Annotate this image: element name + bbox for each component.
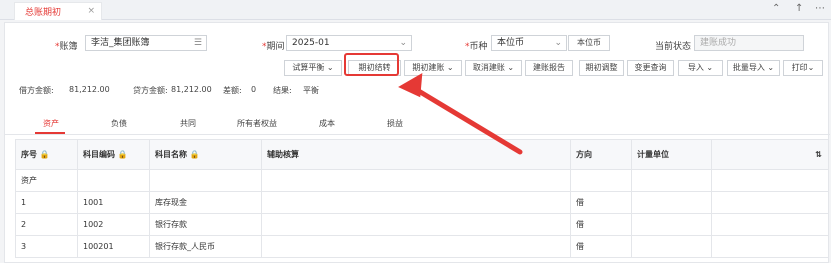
arrow-up-icon[interactable]: ↑: [795, 3, 803, 14]
tab-assets[interactable]: 资产: [43, 118, 59, 129]
lock-icon: 🔒: [189, 150, 200, 159]
list-icon: ☰: [193, 38, 202, 48]
print-button[interactable]: 打印⌄: [783, 60, 823, 76]
table-row[interactable]: 1 1001 库存现金 借: [15, 191, 829, 214]
diff-value: 0: [251, 85, 257, 94]
diff-label: 差额:: [223, 86, 242, 95]
cell-aux: [261, 213, 571, 236]
col-account-name[interactable]: 科目名称 🔒: [149, 139, 262, 170]
cell-aux: [261, 169, 571, 192]
cell-direction: 借: [570, 213, 632, 236]
main-panel: *账簿 李洁_集团账簿 ☰ *期间 2025-01 ⌄ *币种 本位币 ⌄ 本位币 当…: [4, 22, 830, 263]
cancel-build-button[interactable]: 取消建账 ⌄: [465, 60, 522, 76]
currency-label: *币种: [465, 42, 488, 52]
ledger-label: *账簿: [55, 42, 78, 52]
cell-name: 库存现金: [149, 191, 262, 214]
cell-aux: [261, 191, 571, 214]
account-type-tabs: 资产 负债 共同 所有者权益 成本 损益: [5, 115, 830, 135]
debit-label: 借方金额:: [19, 86, 54, 95]
cell-name: [149, 169, 262, 192]
result-label: 结果:: [273, 86, 292, 95]
col-seq[interactable]: 序号 🔒: [15, 139, 78, 170]
cell-unit: [631, 235, 712, 258]
table-row[interactable]: 2 1002 银行存款 借: [15, 213, 829, 236]
lock-icon: 🔒: [117, 150, 128, 159]
cell-direction: 借: [570, 235, 632, 258]
chevron-down-icon: ⌄: [399, 38, 407, 48]
period-label: *期间: [262, 42, 285, 52]
tab-ledger-opening[interactable]: 总账期初 ×: [14, 2, 102, 20]
col-account-code[interactable]: 科目编码 🔒: [77, 139, 150, 170]
currency-base-button[interactable]: 本位币: [568, 35, 610, 51]
more-icon[interactable]: ⋯: [815, 3, 825, 14]
period-build-button[interactable]: 期初建账 ⌄: [404, 60, 462, 76]
tab-bar: 总账期初 × ⌃ ↑ ⋯: [0, 0, 831, 20]
status-label: 当前状态: [655, 42, 692, 52]
chevron-up-icon[interactable]: ⌃: [772, 3, 780, 14]
cell-seq: 3: [15, 235, 78, 258]
cell-code: 1001: [77, 191, 150, 214]
batch-import-button[interactable]: 批量导入 ⌄: [727, 60, 780, 76]
col-auxiliary[interactable]: 辅助核算: [261, 139, 571, 170]
cell-unit: [631, 169, 712, 192]
cell-name: 银行存款: [149, 213, 262, 236]
col-direction[interactable]: 方向: [570, 139, 632, 170]
lock-icon: 🔒: [39, 150, 50, 159]
period-select[interactable]: 2025-01 ⌄: [286, 35, 412, 51]
active-tab-indicator: [35, 132, 65, 134]
cell-direction: 借: [570, 191, 632, 214]
chevron-down-icon: ⌄: [807, 63, 815, 72]
cell-unit: [631, 213, 712, 236]
col-settings[interactable]: ⇅: [711, 139, 829, 170]
cell-direction: [570, 169, 632, 192]
cell-extra: [711, 191, 829, 214]
result-value: 平衡: [303, 86, 319, 95]
opening-balance-table: 序号 🔒 科目编码 🔒 科目名称 🔒 辅助核算 方向 计量单位 ⇅ 资产 1 10…: [15, 139, 829, 258]
table-row[interactable]: 资产: [15, 169, 829, 192]
change-query-button[interactable]: 变更查询: [627, 60, 674, 76]
table-row[interactable]: 3 100201 银行存款_人民币 借: [15, 235, 829, 258]
credit-label: 贷方金额:: [133, 86, 168, 95]
cell-seq: 1: [15, 191, 78, 214]
chevron-down-icon: ⌄: [326, 63, 334, 72]
debit-value: 81,212.00: [69, 85, 110, 94]
chevron-down-icon: ⌄: [767, 63, 775, 72]
cell-seq: 资产: [15, 169, 78, 192]
cell-code: 1002: [77, 213, 150, 236]
cell-seq: 2: [15, 213, 78, 236]
tab-profit-loss[interactable]: 损益: [387, 118, 403, 129]
chevron-down-icon: ⌄: [554, 38, 562, 48]
tab-cost[interactable]: 成本: [319, 118, 335, 129]
chevron-down-icon: ⌄: [706, 63, 714, 72]
tab-liabilities[interactable]: 负债: [111, 118, 127, 129]
highlight-box: [344, 53, 399, 76]
column-settings-icon[interactable]: ⇅: [815, 150, 822, 159]
cell-extra: [711, 235, 829, 258]
credit-value: 81,212.00: [171, 85, 212, 94]
chevron-down-icon: ⌄: [446, 63, 454, 72]
cell-unit: [631, 191, 712, 214]
cell-extra: [711, 169, 829, 192]
build-report-button[interactable]: 建账报告: [525, 60, 573, 76]
table-header-row: 序号 🔒 科目编码 🔒 科目名称 🔒 辅助核算 方向 计量单位 ⇅: [15, 139, 829, 170]
tab-label: 总账期初: [25, 8, 62, 18]
trial-balance-button[interactable]: 试算平衡 ⌄: [284, 60, 342, 76]
cell-name: 银行存款_人民币: [149, 235, 262, 258]
tab-owners-equity[interactable]: 所有者权益: [237, 118, 277, 129]
cell-extra: [711, 213, 829, 236]
import-button[interactable]: 导入 ⌄: [678, 60, 723, 76]
close-icon[interactable]: ×: [87, 6, 95, 16]
currency-select[interactable]: 本位币 ⌄: [491, 35, 567, 51]
col-unit[interactable]: 计量单位: [631, 139, 712, 170]
cell-code: [77, 169, 150, 192]
period-adjust-button[interactable]: 期初调整: [579, 60, 624, 76]
status-field: 建账成功: [694, 35, 804, 51]
cell-code: 100201: [77, 235, 150, 258]
cell-aux: [261, 235, 571, 258]
tab-common[interactable]: 共同: [180, 118, 196, 129]
ledger-select[interactable]: 李洁_集团账簿 ☰: [85, 35, 207, 51]
chevron-down-icon: ⌄: [507, 63, 515, 72]
